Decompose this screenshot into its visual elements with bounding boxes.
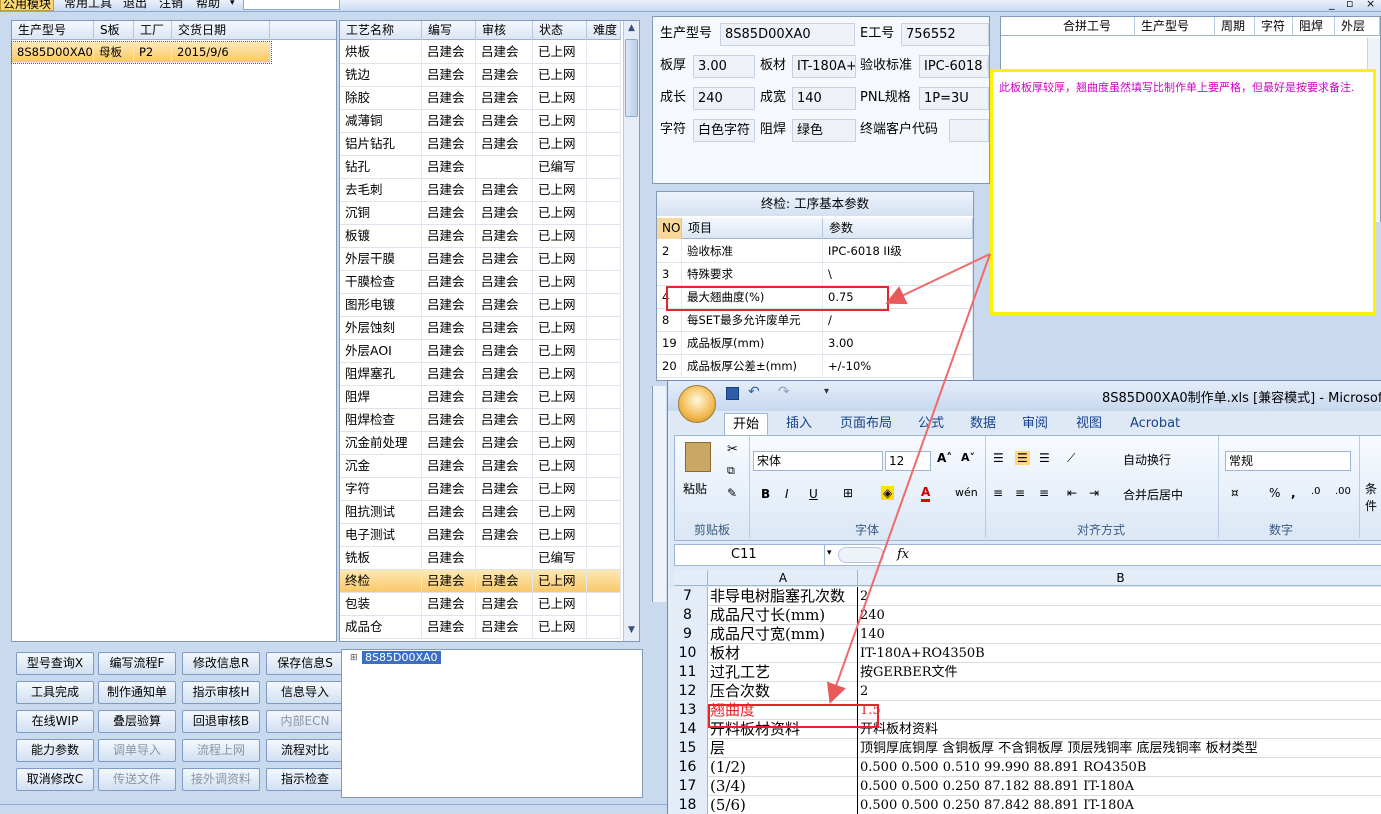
status-bar bbox=[0, 804, 667, 814]
annotation-arrows bbox=[826, 253, 991, 704]
arrow-to-excel bbox=[826, 253, 991, 704]
